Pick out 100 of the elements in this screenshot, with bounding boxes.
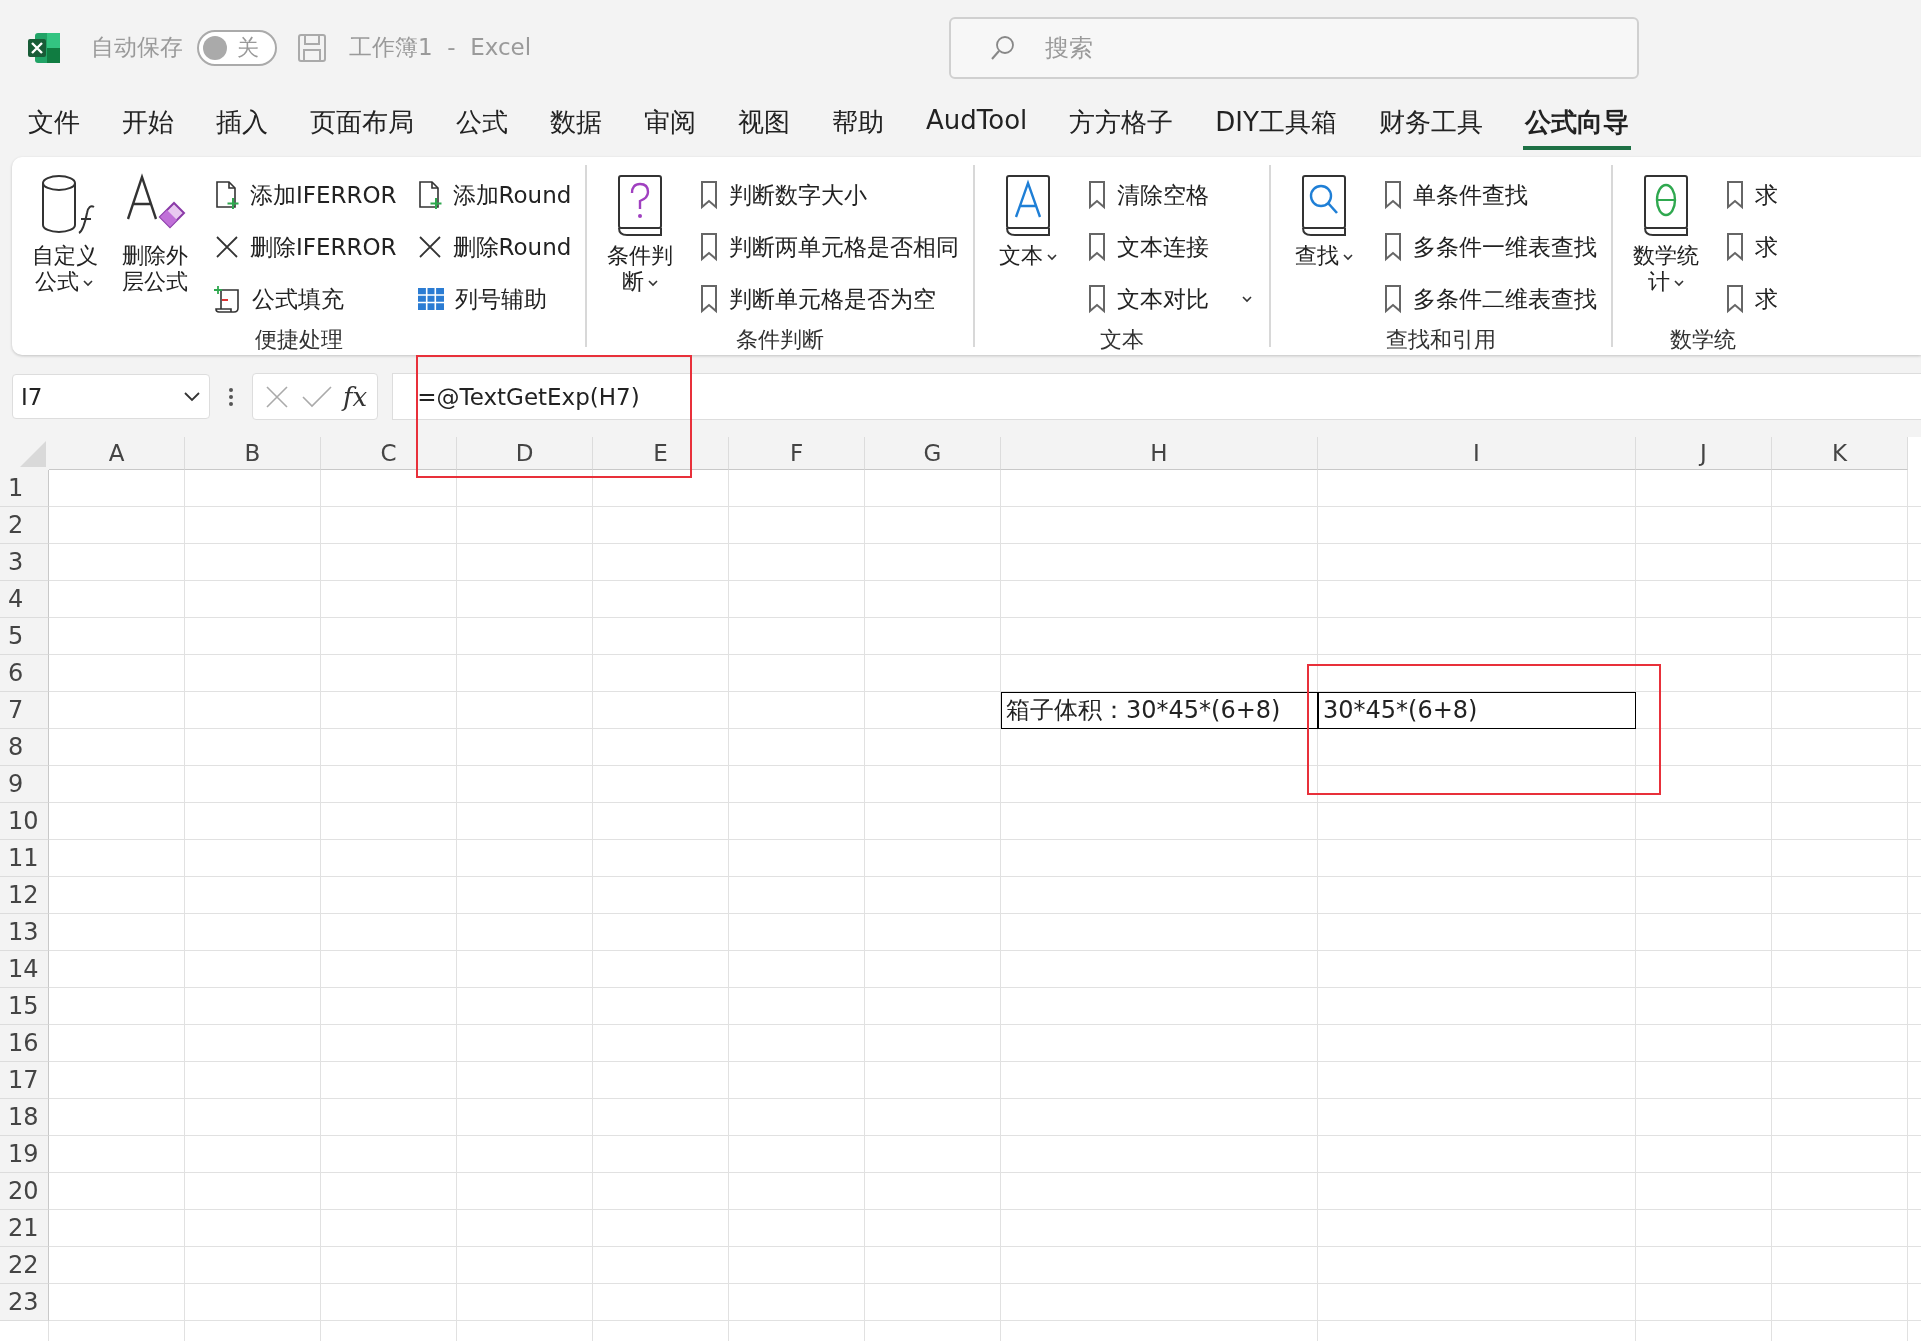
ribbon-command[interactable]: 求 [1725, 231, 1779, 263]
ribbon-command[interactable]: 判断数字大小 [699, 179, 868, 211]
name-box[interactable]: I7 [12, 374, 210, 419]
row-header[interactable]: 18 [0, 1099, 49, 1136]
group-label: 查找和引用 [1385, 326, 1498, 354]
bookmark-icon [1087, 180, 1108, 210]
ribbon-tab[interactable]: 帮助 [830, 103, 886, 150]
ribbon-button[interactable]: 文本 [989, 165, 1068, 325]
ribbon-tab[interactable]: 开始 [120, 103, 176, 150]
ribbon-tab[interactable]: DIY工具箱 [1213, 103, 1339, 150]
ribbon-tab[interactable]: AudTool [924, 103, 1030, 145]
ribbon-tab[interactable]: 公式向导 [1522, 103, 1631, 150]
ribbon-command[interactable]: 公式填充 [214, 283, 344, 315]
row-header[interactable]: 20 [0, 1173, 49, 1210]
row-header[interactable]: 9 [0, 766, 49, 803]
column-header[interactable]: K [1772, 437, 1908, 470]
bookmark-icon [1087, 284, 1108, 314]
ribbon-command[interactable]: 文本连接 [1087, 231, 1210, 263]
row-header[interactable]: 16 [0, 1025, 49, 1062]
bookmark-icon [699, 284, 720, 314]
insert-function-button[interactable]: fx [343, 381, 368, 412]
row-header[interactable]: 3 [0, 544, 49, 581]
ribbon-command[interactable]: 求 [1725, 283, 1779, 315]
ribbon-tab[interactable]: 公式 [454, 103, 510, 150]
row-header[interactable]: 5 [0, 618, 49, 655]
row-header[interactable]: 7 [0, 692, 49, 729]
row-header[interactable]: 2 [0, 507, 49, 544]
ribbon-command[interactable]: 添加IFERROR [214, 179, 397, 211]
ribbon-command[interactable]: 清除空格 [1087, 179, 1210, 211]
row-header[interactable]: 8 [0, 729, 49, 766]
ribbon-button[interactable]: 自定义公式 [26, 165, 104, 325]
ribbon-command[interactable]: 判断两单元格是否相同 [699, 231, 960, 263]
grid-icon [416, 285, 445, 313]
ribbon-tab[interactable]: 页面布局 [308, 103, 416, 150]
column-header[interactable]: G [865, 437, 1001, 470]
ribbon-command[interactable]: 列号辅助 [416, 283, 547, 315]
row-header[interactable]: 6 [0, 655, 49, 692]
bookmark-icon [1725, 180, 1746, 210]
bookmark-icon [1725, 284, 1746, 314]
column-header[interactable]: D [457, 437, 593, 470]
table-cell: 30*45*(6+8) [1318, 692, 1636, 729]
ribbon-button[interactable]: 数学统计 [1627, 165, 1706, 325]
row-header[interactable]: 17 [0, 1062, 49, 1099]
group-label: 数学统 [1668, 326, 1737, 354]
ribbon-tab[interactable]: 审阅 [642, 103, 698, 150]
document-add-icon [214, 180, 240, 210]
ribbon-tab[interactable]: 数据 [548, 103, 604, 150]
excel-logo-icon [27, 31, 61, 64]
column-header[interactable]: A [49, 437, 185, 470]
ribbon-command[interactable]: 单条件查找 [1383, 179, 1529, 211]
ribbon-tab[interactable]: 插入 [214, 103, 270, 150]
row-header[interactable]: 23 [0, 1284, 49, 1321]
ribbon-command[interactable]: 添加Round [416, 179, 572, 211]
column-header[interactable]: B [185, 437, 321, 470]
row-header[interactable]: 4 [0, 581, 49, 618]
row-header[interactable]: 21 [0, 1210, 49, 1247]
ribbon-command[interactable]: 删除Round [416, 231, 572, 263]
bookmark-icon [1087, 232, 1108, 262]
row-header[interactable]: 15 [0, 988, 49, 1025]
row-header[interactable]: 22 [0, 1247, 49, 1284]
column-header[interactable]: I [1318, 437, 1636, 470]
document-add-icon [416, 180, 443, 210]
column-header[interactable]: E [593, 437, 729, 470]
caret-icon [1341, 252, 1354, 262]
caret-icon [646, 278, 659, 289]
ribbon-tab[interactable]: 财务工具 [1376, 103, 1485, 150]
column-header[interactable]: C [321, 437, 457, 470]
column-header[interactable]: F [729, 437, 865, 470]
row-header[interactable]: 19 [0, 1136, 49, 1173]
bookmark-icon [699, 232, 720, 262]
ribbon-button[interactable]: 条件判断 [601, 165, 680, 325]
column-header[interactable]: J [1636, 437, 1772, 470]
column-header[interactable]: H [1001, 437, 1318, 470]
caret-icon [183, 390, 201, 403]
ribbon-command[interactable]: 多条件二维表查找 [1383, 283, 1598, 315]
row-header[interactable]: 12 [0, 877, 49, 914]
ribbon-button[interactable]: 删除外层公式 [116, 165, 194, 325]
bookmark-icon [1383, 232, 1404, 262]
save-icon[interactable] [297, 32, 327, 63]
ribbon-command[interactable]: 多条件一维表查找 [1383, 231, 1598, 263]
ribbon-command[interactable]: 文本对比 [1087, 283, 1256, 315]
ribbon-command[interactable]: 删除IFERROR [214, 231, 397, 263]
select-all-icon[interactable] [0, 437, 49, 470]
row-header[interactable]: 1 [0, 470, 49, 507]
document-title: 工作簿1 - Excel [349, 33, 532, 62]
row-header[interactable]: 10 [0, 803, 49, 840]
bookmark-icon [699, 180, 720, 210]
row-header[interactable]: 13 [0, 914, 49, 951]
ribbon-tab[interactable]: 视图 [736, 103, 792, 150]
ribbon-button[interactable]: 查找 [1285, 165, 1364, 325]
ribbon-command[interactable]: 求 [1725, 179, 1779, 211]
search-field[interactable]: 搜索 [949, 16, 1640, 79]
ribbon-tab[interactable]: 文件 [26, 103, 82, 150]
ribbon-command[interactable]: 判断单元格是否为空 [699, 283, 937, 315]
autosave-label: 自动保存 [91, 33, 183, 62]
more-icon[interactable] [228, 386, 234, 407]
row-header[interactable]: 14 [0, 951, 49, 988]
ribbon-tab[interactable]: 方方格子 [1067, 103, 1176, 150]
formula-field[interactable]: =@TextGetExp(H7) [392, 373, 1921, 420]
row-header[interactable]: 11 [0, 840, 49, 877]
